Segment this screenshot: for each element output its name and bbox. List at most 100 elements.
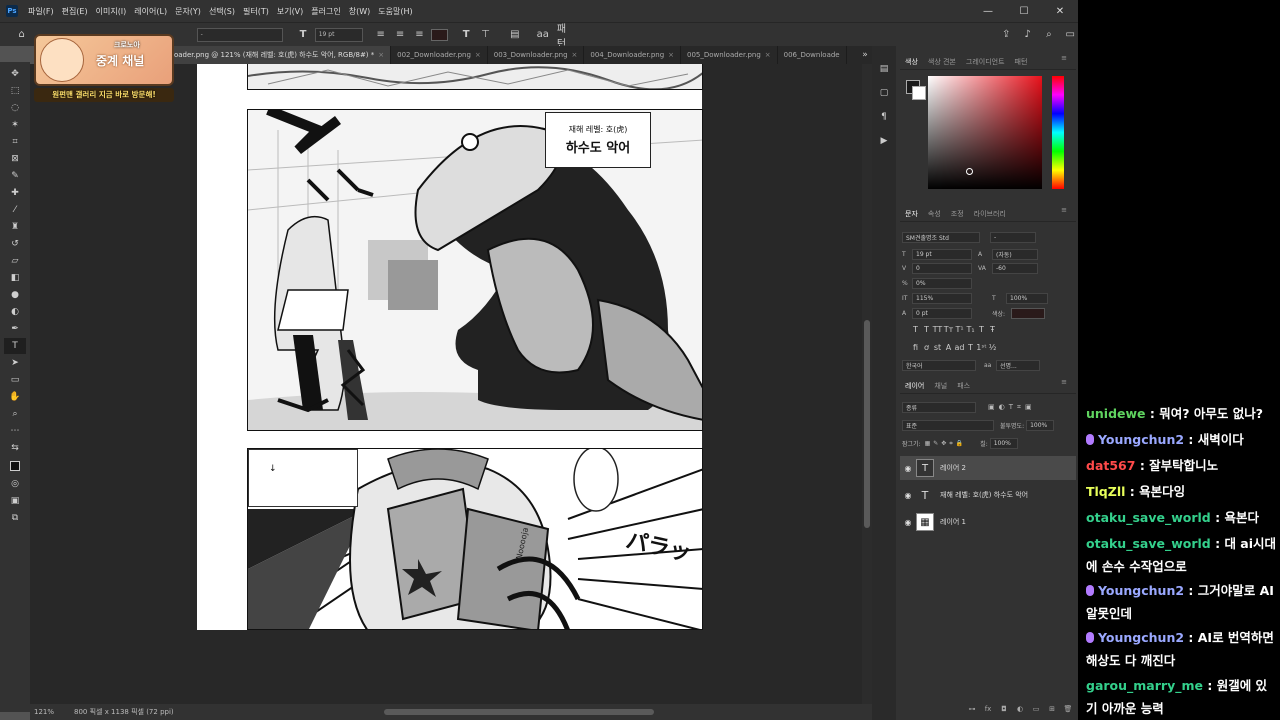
visibility-eye-icon[interactable]: ◉ bbox=[900, 464, 916, 473]
tab-document-5[interactable]: 005_Downloader.png × bbox=[681, 46, 778, 64]
tab-document-1[interactable]: loader.png @ 121% (재해 레벨: 호(虎) 하수도 악어, R… bbox=[166, 46, 392, 64]
hue-slider[interactable] bbox=[1052, 76, 1064, 189]
align-right-icon[interactable]: ≡ bbox=[412, 27, 427, 43]
stylistic-icon[interactable]: ad bbox=[954, 343, 965, 352]
text-color-swatch[interactable] bbox=[431, 28, 449, 41]
frame-tool-icon[interactable]: ⊠ bbox=[4, 151, 26, 167]
layer-filter-icons[interactable]: ▣◐T⌗▣ bbox=[988, 403, 1036, 412]
add-mask-icon[interactable]: ◘ bbox=[996, 705, 1012, 713]
panel-menu-icon[interactable]: ≡ bbox=[1056, 378, 1072, 386]
eraser-tool-icon[interactable]: ▱ bbox=[4, 253, 26, 269]
menu-filter[interactable]: 필터(T) bbox=[239, 6, 273, 17]
layer-row-3[interactable]: ◉ ▦ 레이어 1 bbox=[900, 510, 1076, 534]
discretionary-icon[interactable]: st bbox=[932, 343, 943, 352]
ordinals-icon[interactable]: 1ˢᵗ bbox=[976, 343, 987, 352]
tab-overflow-icon[interactable]: » bbox=[858, 46, 872, 64]
menu-edit[interactable]: 편집(E) bbox=[58, 6, 92, 17]
minimize-button[interactable]: — bbox=[970, 0, 1006, 22]
tracking-field[interactable]: -60 bbox=[992, 263, 1038, 274]
language-select[interactable]: 한국어 bbox=[902, 360, 976, 371]
faux-bold-icon[interactable]: T bbox=[910, 325, 921, 334]
tab-color[interactable]: 색상 bbox=[900, 57, 923, 67]
zoom-tool-icon[interactable]: ⌕ bbox=[4, 406, 26, 422]
font-size-select[interactable]: 19 pt bbox=[314, 27, 364, 42]
tab-patterns[interactable]: 패턴 bbox=[1010, 57, 1033, 67]
crop-tool-icon[interactable]: ⌗ bbox=[4, 134, 26, 150]
contextual-icon[interactable]: ơ bbox=[921, 343, 932, 352]
font-size-field[interactable]: 19 pt bbox=[912, 249, 972, 260]
brush-tool-icon[interactable]: ⁄ bbox=[4, 202, 26, 218]
character-panel-icon[interactable]: ⊤ bbox=[478, 27, 493, 43]
font-style-select[interactable]: - bbox=[196, 27, 284, 42]
path-select-tool-icon[interactable]: ➤ bbox=[4, 355, 26, 371]
tab-document-4[interactable]: 004_Downloader.png × bbox=[584, 46, 682, 64]
menu-image[interactable]: 이미지(I) bbox=[92, 6, 131, 17]
align-center-icon[interactable]: ≡ bbox=[392, 27, 407, 43]
titling-icon[interactable]: T bbox=[965, 343, 976, 352]
close-button[interactable]: ✕ bbox=[1042, 0, 1078, 22]
link-layers-icon[interactable]: ⊶ bbox=[964, 705, 980, 713]
menu-help[interactable]: 도움말(H) bbox=[374, 6, 416, 17]
panel-menu-icon[interactable]: ≡ bbox=[1056, 54, 1072, 62]
panel-menu-icon[interactable]: ≡ bbox=[1056, 206, 1072, 214]
menu-view[interactable]: 보기(V) bbox=[273, 6, 307, 17]
fx-icon[interactable]: fx bbox=[980, 705, 996, 713]
dodge-tool-icon[interactable]: ◐ bbox=[4, 304, 26, 320]
tab-document-2[interactable]: 002_Downloader.png × bbox=[391, 46, 488, 64]
magic-wand-tool-icon[interactable]: ✶ bbox=[4, 117, 26, 133]
fill-field[interactable]: 100% bbox=[989, 438, 1018, 449]
stamp-tool-icon[interactable]: ♜ bbox=[4, 219, 26, 235]
maximize-button[interactable]: ☐ bbox=[1006, 0, 1042, 22]
tab-gradients[interactable]: 그레이디언트 bbox=[961, 57, 1010, 67]
align-left-icon[interactable]: ≡ bbox=[373, 27, 388, 43]
blend-mode-select[interactable]: 표준 bbox=[902, 420, 994, 431]
tab-layers[interactable]: 레이어 bbox=[900, 381, 929, 391]
tab-adjustments[interactable]: 조정 bbox=[946, 209, 969, 219]
tab-channels[interactable]: 채널 bbox=[929, 381, 952, 391]
menu-type[interactable]: 문자(Y) bbox=[171, 6, 205, 17]
history-brush-tool-icon[interactable]: ↺ bbox=[4, 236, 26, 252]
gradient-tool-icon[interactable]: ◧ bbox=[4, 270, 26, 286]
antialias-select[interactable]: 선명... bbox=[996, 360, 1040, 371]
bell-icon[interactable]: ♪ bbox=[1020, 27, 1035, 43]
screen-mode-icon[interactable]: ▣ bbox=[4, 493, 26, 509]
menu-select[interactable]: 선택(S) bbox=[205, 6, 239, 17]
menu-file[interactable]: 파일(F) bbox=[24, 6, 58, 17]
superscript-icon[interactable]: T¹ bbox=[954, 325, 965, 334]
empty-text-box[interactable]: ↓ bbox=[248, 449, 358, 507]
baseline-field[interactable]: 0 pt bbox=[912, 308, 972, 319]
swap-colors-icon[interactable]: ⇆ bbox=[4, 440, 26, 456]
menu-layer[interactable]: 레이어(L) bbox=[130, 6, 171, 17]
workspace-icon[interactable]: ▭ bbox=[1063, 27, 1078, 43]
visibility-eye-icon[interactable]: ◉ bbox=[900, 491, 916, 500]
swash-icon[interactable]: A bbox=[943, 343, 954, 352]
tab-properties[interactable]: 속성 bbox=[923, 209, 946, 219]
new-layer-icon[interactable]: ⊞ bbox=[1044, 705, 1060, 713]
tab-swatches[interactable]: 색상 견본 bbox=[923, 57, 961, 67]
lasso-tool-icon[interactable]: ◌ bbox=[4, 100, 26, 116]
color-picker-cursor[interactable] bbox=[966, 168, 973, 175]
menu-plugins[interactable]: 플러그인 bbox=[307, 6, 344, 17]
tab-document-6[interactable]: 006_Downloade bbox=[778, 46, 847, 64]
lock-icons[interactable]: ▦✎✥⌗🔒 bbox=[925, 440, 967, 448]
tab-paths[interactable]: 패스 bbox=[952, 381, 975, 391]
more-tools-icon[interactable]: ⋯ bbox=[4, 423, 26, 439]
background-swatch[interactable] bbox=[912, 86, 926, 100]
search-icon[interactable]: ⌕ bbox=[1041, 27, 1056, 43]
warp-text-icon[interactable]: T bbox=[458, 27, 473, 43]
paragraph-icon[interactable]: ¶ bbox=[875, 108, 893, 126]
adjustment-layer-icon[interactable]: ◐ bbox=[1012, 705, 1028, 713]
zoom-level[interactable]: 121% bbox=[34, 708, 70, 716]
small-caps-icon[interactable]: Tт bbox=[943, 325, 954, 334]
vertical-scrollbar[interactable] bbox=[862, 64, 872, 704]
fractions-icon[interactable]: ½ bbox=[987, 343, 998, 352]
leading-field[interactable]: (자동) bbox=[992, 249, 1038, 260]
underline-icon[interactable]: T bbox=[976, 325, 987, 334]
caption-box[interactable]: 재해 레벨: 호(虎) 하수도 악어 bbox=[545, 112, 651, 168]
eyedropper-tool-icon[interactable]: ✎ bbox=[4, 168, 26, 184]
blur-tool-icon[interactable]: ● bbox=[4, 287, 26, 303]
shape-tool-icon[interactable]: ▭ bbox=[4, 372, 26, 388]
subscript-icon[interactable]: T₁ bbox=[965, 325, 976, 334]
layer-row-1[interactable]: ◉ T 레이어 2 bbox=[900, 456, 1076, 480]
home-icon[interactable]: ⌂ bbox=[14, 27, 29, 43]
